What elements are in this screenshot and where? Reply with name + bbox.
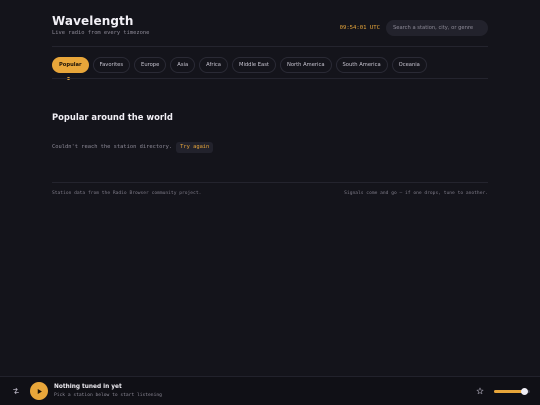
volume-slider[interactable] — [494, 388, 530, 395]
volume-thumb[interactable] — [521, 388, 529, 395]
error-message: Couldn't reach the station directory. Tr… — [52, 141, 214, 153]
header: Wavelength Live radio from every timezon… — [52, 12, 488, 48]
app-title: Wavelength — [52, 14, 134, 28]
tab-north-america[interactable]: North America — [279, 57, 332, 73]
tabs-divider — [52, 78, 488, 79]
favorite-button[interactable] — [475, 386, 485, 396]
try-again-button[interactable]: Try again — [176, 141, 214, 153]
shuffle-button[interactable] — [10, 385, 22, 397]
region-tabs: Popular Favorites Europe Asia Africa Mid… — [52, 57, 488, 73]
error-text: Couldn't reach the station directory. — [52, 144, 173, 150]
play-button[interactable] — [30, 382, 48, 400]
tab-favorites[interactable]: Favorites — [92, 57, 131, 73]
now-playing-title: Nothing tuned in yet — [54, 384, 122, 390]
shuffle-icon — [13, 387, 19, 395]
app-subtitle: Live radio from every timezone — [52, 30, 150, 36]
section-title: Popular around the world — [52, 112, 173, 122]
footer-divider — [52, 182, 488, 183]
attribution-note: Station data from the Radio Browser comm… — [52, 191, 202, 196]
search-input[interactable] — [386, 20, 488, 36]
tab-popular[interactable]: Popular — [52, 57, 89, 73]
tab-africa[interactable]: Africa — [199, 57, 228, 73]
tab-middle-east[interactable]: Middle East — [231, 57, 276, 73]
volume-fill — [494, 390, 525, 393]
tab-europe[interactable]: Europe — [134, 57, 167, 73]
header-divider — [52, 46, 488, 47]
utc-clock: 09:54:01 UTC — [339, 25, 380, 31]
star-icon — [476, 387, 484, 395]
tagline-note: Signals come and go — if one drops, tune… — [344, 191, 488, 196]
tab-asia[interactable]: Asia — [170, 57, 196, 73]
tab-oceania[interactable]: Oceania — [391, 57, 427, 73]
player-bar: Nothing tuned in yet Pick a station belo… — [0, 376, 540, 405]
now-playing-subtitle: Pick a station below to start listening — [54, 393, 162, 398]
play-icon — [37, 388, 42, 394]
app: Wavelength Live radio from every timezon… — [0, 0, 540, 405]
tab-south-america[interactable]: South America — [335, 57, 388, 73]
